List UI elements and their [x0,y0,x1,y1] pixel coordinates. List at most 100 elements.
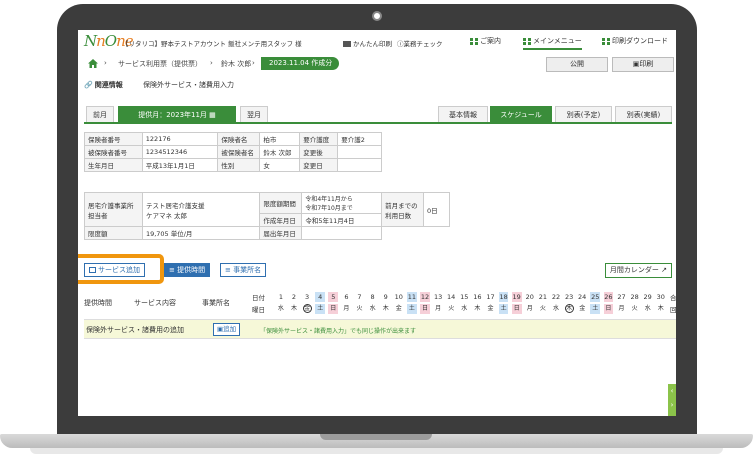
home-icon[interactable] [88,59,98,68]
prev-month-button[interactable]: 前月 [86,106,114,122]
tab-basic-info[interactable]: 基本情報 [438,106,488,122]
breadcrumb-sep: › [210,59,213,67]
day-weekday: 火 [356,305,363,312]
publish-button[interactable]: 公開 [546,57,608,72]
breadcrumb-page[interactable]: サービス利用票（提供票） [118,59,202,69]
print-button[interactable]: ▣印刷 [612,57,674,72]
day-number: 11 [407,292,417,302]
current-month-tab[interactable]: 提供月：2023年11月 ▦ [118,106,236,122]
day-weekday: 水 [552,305,559,312]
day-weekday: 金 [302,304,312,314]
day-weekday: 月 [526,305,533,312]
day-number: 22 [551,293,561,301]
col-time: 提供時間 [84,299,112,307]
day-weekday: 金 [579,305,586,312]
day-number: 18 [498,292,509,302]
day-number: 20 [525,293,534,301]
schedule-header: 提供時間 サービス内容 事業所名 日付 曜日 合 回 1水2木3金4土5日6月7… [84,290,676,318]
day-number: 27 [617,293,626,301]
day-number: 9 [383,293,388,301]
info-label: 保険者名 [217,132,261,146]
day-number: 5 [328,292,339,302]
extra-add-button[interactable]: ▣追加 [213,323,241,336]
info-value: 0日 [423,192,450,227]
tab-schedule[interactable]: スケジュール [490,106,552,122]
related-info: 🔗 関連情報 保険外サービス・諸費用入力 [84,81,234,89]
next-month-button[interactable]: 翌月 [240,106,268,122]
day-weekday: 水 [644,305,651,312]
breadcrumb-sep: › [252,59,255,67]
info-label: 被保険者名 [217,145,261,159]
monthly-calendar-button[interactable]: 月間カレンダー ↗ [604,263,672,278]
related-link[interactable]: 保険外サービス・諸費用入力 [143,81,234,89]
app-screen: NnOne 【リタリコ】野本テストアカウント 飯社メンテ用スタッフ 様 かんたん… [78,30,676,416]
provide-time-button[interactable]: ≡ 提供時間 [164,263,211,277]
side-collapse-tab[interactable]: ‹ › [668,384,676,416]
day-weekday: 土 [590,304,601,314]
laptop-notch [320,434,432,440]
info-label: 性別 [217,158,261,172]
breadcrumb-date: 2023.11.04 作成分 [261,57,340,70]
day-number: 13 [433,293,443,301]
day-weekday: 月 [343,305,350,312]
day-number: 2 [291,293,297,301]
nav-main-menu[interactable]: メインメニュー [523,36,582,50]
day-weekday: 日 [603,304,614,314]
info-label: 保険者番号 [84,132,143,146]
info-label: 前月までの 利用日数 [381,192,425,227]
day-weekday: 火 [539,305,546,312]
breadcrumb-person[interactable]: 鈴木 次郎 [221,59,251,69]
chevron-right-icon: › [670,401,674,409]
printer-icon [343,41,351,47]
info-value: 平成13年1月1日 [141,158,219,172]
info-value: 1234512346 [141,145,219,159]
day-number: 1 [278,293,283,301]
day-weekday: 土 [498,304,509,314]
laptop-shadow [30,448,723,454]
day-weekday: 金 [487,305,494,312]
day-weekday: 木 [474,305,481,312]
extra-row-label: 保険外サービス・諸費用の追加 [86,326,184,334]
print-easy-link[interactable]: かんたん印刷 [343,38,392,48]
day-number: 3 [305,293,310,301]
tab-schedule-actual[interactable]: 別表(実績) [615,106,672,122]
day-weekday: 水 [369,305,376,312]
chevron-left-icon: ‹ [670,387,674,395]
total-label: 合 [670,294,676,302]
info-value [337,145,382,159]
day-number: 16 [473,293,482,301]
tab-schedule-plan[interactable]: 別表(予定) [555,106,612,122]
account-name: 【リタリコ】野本テストアカウント 飯社メンテ用スタッフ 様 [122,40,302,48]
day-number: 29 [643,293,652,301]
grid-icon [602,37,610,45]
day-weekday: 木 [657,305,664,312]
info-value: 令和5年11月4日 [301,213,383,227]
info-value: 令和4年11月から 令和7年10月まで [301,192,383,214]
date-label: 日付 [252,294,265,302]
holiday-mark: 金 [302,304,312,313]
nav-print-download[interactable]: 印刷ダウンロード [602,36,668,48]
info-label: 要介護度 [299,132,339,146]
external-link-icon: ↗ [661,266,667,274]
sort-icon: ≡ [225,266,231,274]
insurance-info-table: 保険者番号 122176 保険者名 柏市 要介護度 要介護2 被保険者番号 12… [84,132,382,172]
nav-guide[interactable]: ご案内 [470,36,501,48]
day-number: 19 [511,292,522,302]
info-value: 柏市 [259,132,301,146]
extra-row-note: 「保険外サービス・諸費用入力」でも同じ操作が出来ます [260,328,417,335]
day-number: 25 [590,292,601,302]
day-weekday: 木 [290,305,297,312]
work-check-link[interactable]: ⓘ業務チェック [397,38,443,48]
col-office: 事業所名 [202,299,230,307]
day-number: 28 [630,293,639,301]
add-service-button[interactable]: サービス追加 [84,263,145,277]
care-office-table: 居宅介護事業所 担当者 テスト居宅介護支援 ケアマネ 太郎 限度額期間 令和4年11… [84,192,450,240]
day-number: 26 [603,292,614,302]
day-weekday: 木 [382,305,389,312]
day-number: 30 [656,293,665,301]
day-weekday: 日 [420,304,430,314]
care-office-value: テスト居宅介護支援 ケアマネ 太郎 [141,192,261,227]
office-name-button[interactable]: ≡ 事業所名 [220,263,267,277]
day-number: 8 [370,293,375,301]
info-value: 19,705 単位/月 [141,226,261,240]
